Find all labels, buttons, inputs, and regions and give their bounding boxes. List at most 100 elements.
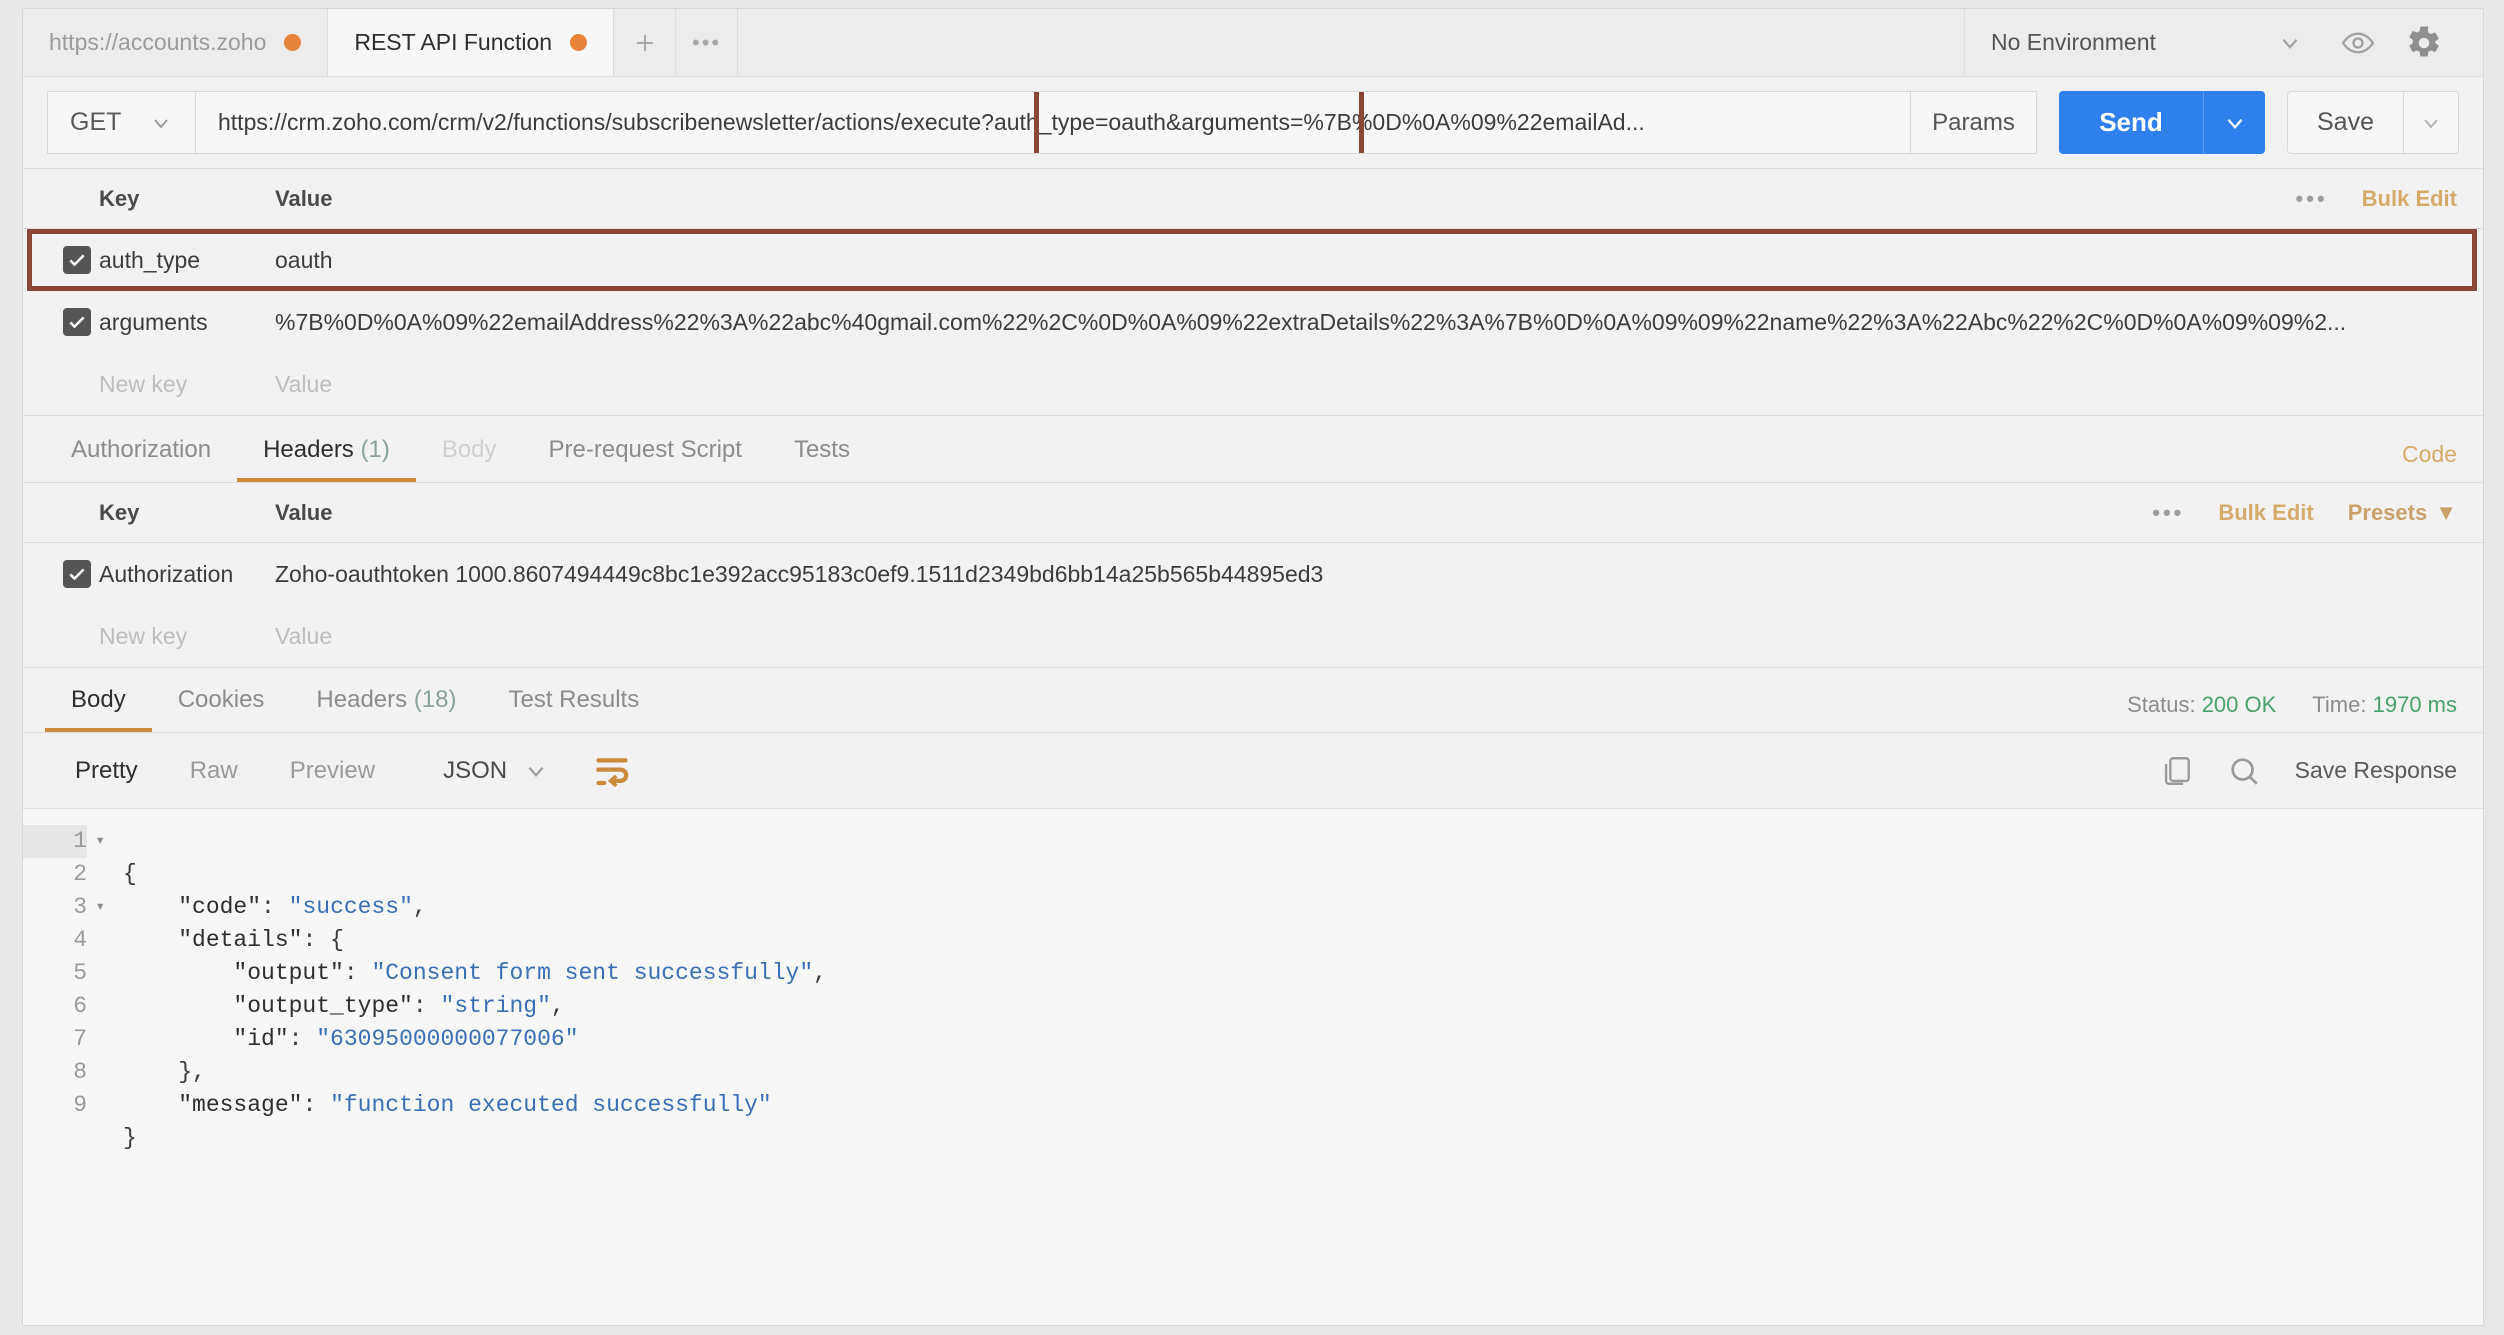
headers-bulk-edit-button[interactable]: Bulk Edit: [2218, 500, 2313, 526]
json-value: "success": [288, 894, 413, 920]
environment-selector[interactable]: No Environment: [1965, 29, 2325, 56]
save-button[interactable]: Save: [2287, 91, 2403, 154]
response-tab-test-results[interactable]: Test Results: [483, 686, 666, 732]
json-key: "output": [233, 960, 344, 986]
status-label: Status:: [2127, 692, 2196, 717]
fold-toggle-icon[interactable]: ▾: [95, 825, 105, 858]
response-toolbar: Pretty Raw Preview JSON Save Response: [23, 733, 2483, 809]
http-method-label: GET: [70, 108, 122, 136]
new-param-value-input[interactable]: Value: [267, 371, 2483, 398]
request-tab-accounts-zoho[interactable]: https://accounts.zoho: [23, 9, 329, 76]
json-tail: ,: [550, 993, 565, 1019]
header-key[interactable]: Authorization: [95, 561, 267, 588]
table-row[interactable]: arguments %7B%0D%0A%09%22emailAddress%22…: [23, 291, 2483, 353]
params-bulk-edit-button[interactable]: Bulk Edit: [2362, 186, 2457, 212]
chevron-down-icon: [528, 766, 544, 777]
line-number-text: 9: [73, 1092, 87, 1118]
param-key[interactable]: arguments: [95, 309, 267, 336]
json-tail: ,: [813, 960, 827, 986]
unsaved-dot-icon: [284, 34, 302, 51]
word-wrap-toggle-button[interactable]: [593, 754, 631, 788]
header-enabled-checkbox[interactable]: [63, 560, 91, 588]
new-param-row[interactable]: New key Value: [23, 353, 2483, 415]
request-headers-table: Key Value ••• Bulk Edit Presets ▼ Author…: [23, 483, 2483, 667]
tab-pre-request-script[interactable]: Pre-request Script: [523, 436, 768, 482]
tab-tests[interactable]: Tests: [768, 436, 876, 482]
tab-label: Tests: [793, 436, 850, 463]
settings-button[interactable]: [2391, 10, 2457, 76]
eye-icon: [2341, 32, 2375, 53]
view-mode-raw[interactable]: Raw: [164, 757, 264, 785]
send-options-button[interactable]: [2203, 91, 2265, 154]
view-mode-pretty[interactable]: Pretty: [49, 757, 164, 785]
params-header-actions: ••• Bulk Edit: [2296, 186, 2483, 212]
tab-body[interactable]: Body: [416, 436, 523, 482]
save-options-button[interactable]: [2403, 91, 2459, 154]
line-number: 5: [23, 957, 87, 990]
new-param-key-input[interactable]: New key: [95, 371, 267, 398]
request-tab-rest-api-function[interactable]: REST API Function: [328, 9, 615, 76]
tab-options-button[interactable]: •••: [676, 9, 739, 76]
request-section-tabs: Authorization Headers (1) Body Pre-reque…: [23, 415, 2483, 483]
json-separator: :: [343, 960, 372, 986]
send-button[interactable]: Send: [2059, 91, 2203, 154]
response-tab-cookies[interactable]: Cookies: [152, 686, 291, 732]
request-url-input[interactable]: https://crm.zoho.com/crm/v2/functions/su…: [195, 91, 1911, 154]
check-icon: [69, 254, 85, 267]
header-value[interactable]: Zoho-oauthtoken 1000.8607494449c8bc1e392…: [267, 561, 2483, 588]
json-line: },: [123, 1059, 206, 1085]
headers-table-header: Key Value ••• Bulk Edit Presets ▼: [23, 483, 2483, 543]
tab-label: Headers: [263, 436, 354, 463]
param-value[interactable]: %7B%0D%0A%09%22emailAddress%22%3A%22abc%…: [267, 309, 2483, 336]
fold-toggle-icon[interactable]: ▾: [95, 891, 105, 924]
params-toggle-button[interactable]: Params: [1911, 91, 2037, 154]
search-button[interactable]: [2227, 754, 2261, 788]
line-number-text: 5: [73, 960, 87, 986]
environment-quick-look-button[interactable]: [2325, 10, 2391, 76]
param-value[interactable]: oauth: [267, 247, 2483, 274]
new-header-key-input[interactable]: New key: [95, 623, 267, 650]
response-tab-body[interactable]: Body: [45, 686, 152, 732]
new-tab-button[interactable]: [614, 9, 677, 76]
view-mode-preview[interactable]: Preview: [264, 757, 401, 785]
http-method-selector[interactable]: GET: [47, 91, 195, 154]
json-value: "63095000000077006": [316, 1026, 579, 1052]
tab-authorization[interactable]: Authorization: [45, 436, 237, 482]
table-row[interactable]: auth_type oauth: [23, 229, 2483, 291]
tab-label: Pre-request Script: [548, 436, 742, 463]
copy-button[interactable]: [2159, 754, 2193, 788]
json-line: "output": "Consent form sent successfull…: [123, 960, 827, 986]
save-response-button[interactable]: Save Response: [2295, 757, 2457, 784]
tab-headers[interactable]: Headers (1): [237, 436, 416, 482]
response-format-selector[interactable]: JSON: [429, 757, 563, 785]
chevron-down-icon: [2282, 38, 2298, 49]
tab-label: Test Results: [508, 686, 640, 713]
param-key[interactable]: auth_type: [95, 247, 267, 274]
headers-more-options-icon[interactable]: •••: [2152, 500, 2184, 526]
new-header-row[interactable]: New key Value: [23, 605, 2483, 667]
response-section-tabs: Body Cookies Headers (18) Test Results S…: [23, 667, 2483, 733]
response-tab-headers[interactable]: Headers (18): [290, 686, 482, 732]
tab-label: REST API Function: [354, 29, 553, 55]
code-link[interactable]: Code: [2402, 441, 2483, 482]
save-button-group: Save: [2287, 91, 2459, 154]
line-number-text: 8: [73, 1059, 87, 1085]
table-row[interactable]: Authorization Zoho-oauthtoken 1000.86074…: [23, 543, 2483, 605]
line-number: 9: [23, 1089, 87, 1122]
line-number: 3 ▾: [23, 891, 105, 924]
tab-label: Authorization: [71, 436, 212, 463]
params-label: Params: [1932, 108, 2015, 136]
tab-label: https://accounts.zoho: [49, 29, 267, 55]
line-number-text: 7: [73, 1026, 87, 1052]
params-more-options-icon[interactable]: •••: [2296, 186, 2328, 212]
json-value: {: [330, 927, 344, 953]
postman-window: https://accounts.zoho REST API Function …: [22, 8, 2484, 1326]
headers-presets-button[interactable]: Presets ▼: [2348, 500, 2457, 526]
new-header-value-input[interactable]: Value: [267, 623, 2483, 650]
line-number: 1 ▾: [23, 825, 105, 858]
param-enabled-checkbox[interactable]: [63, 308, 91, 336]
param-enabled-checkbox[interactable]: [63, 246, 91, 274]
headers-header-key: Key: [99, 499, 140, 525]
response-body-viewer[interactable]: 1 ▾ 2 3 ▾ 4 5 6 7 8 9 { "code": "success…: [23, 809, 2483, 1325]
line-number: 4: [23, 924, 87, 957]
